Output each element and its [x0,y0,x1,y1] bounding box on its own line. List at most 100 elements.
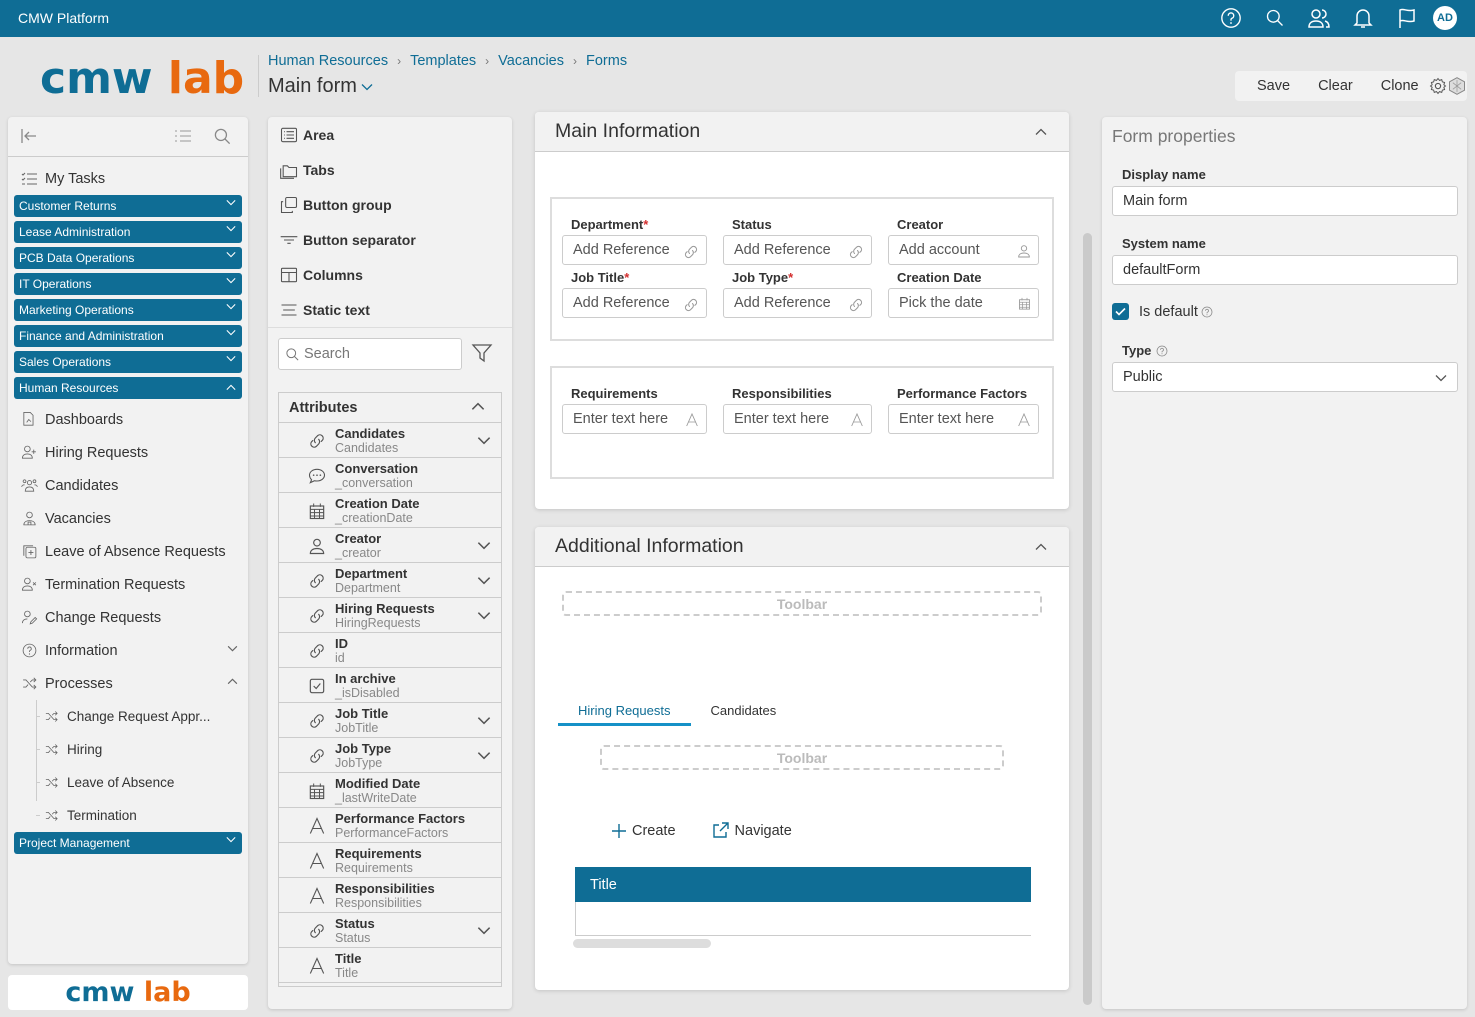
attribute-search-input[interactable] [304,346,454,362]
additional-information-header[interactable]: Additional Information [535,527,1069,567]
attributes-header[interactable]: Attributes [279,393,501,423]
bell-icon[interactable] [1341,5,1385,31]
search-icon[interactable] [1253,5,1297,31]
user-avatar[interactable]: AD [1433,6,1457,30]
field-input[interactable]: Add Reference [562,288,707,318]
sidebar-group-finance-and-administration[interactable]: Finance and Administration [14,325,242,347]
sidebar-item-candidates[interactable]: Candidates [8,469,248,502]
tab-hiring-requests[interactable]: Hiring Requests [558,697,691,726]
breadcrumb-item[interactable]: Templates [410,53,476,69]
save-button[interactable]: Save [1247,78,1300,94]
horizontal-scrollbar[interactable] [573,939,711,948]
attribute-hiring-requests[interactable]: Hiring Requests HiringRequests [279,598,501,633]
attribute-title[interactable]: Title Title [279,948,501,983]
list-view-icon[interactable] [174,127,192,145]
attribute-search[interactable] [278,338,462,370]
help-icon[interactable] [1201,306,1213,318]
sidebar-group-customer-returns[interactable]: Customer Returns [14,195,242,217]
chevron-down-icon[interactable] [477,541,491,550]
field-input[interactable]: Enter text here [723,404,872,434]
chevron-down-icon[interactable] [477,576,491,585]
is-default-checkbox[interactable]: Is default [1112,303,1213,320]
create-button[interactable]: Create [612,822,676,839]
breadcrumb-item[interactable]: Human Resources [268,53,388,69]
sidebar-item-processes[interactable]: Processes [8,667,248,700]
toolbar-placeholder[interactable]: Toolbar [562,591,1042,616]
process-item-change-request-appr[interactable]: Change Request Appr... [36,700,248,733]
attribute-job-type[interactable]: Job Type JobType [279,738,501,773]
model-icon[interactable] [1447,71,1467,101]
users-icon[interactable] [1297,5,1341,31]
main-information-header[interactable]: Main Information [535,112,1069,152]
page-title[interactable]: Main form [268,75,373,98]
sidebar-group-human-resources[interactable]: Human Resources [14,377,242,399]
clear-button[interactable]: Clear [1308,78,1363,94]
field-input[interactable]: Add Reference [723,288,872,318]
checkbox-checked[interactable] [1112,303,1129,320]
attribute-modified-date[interactable]: Modified Date _lastWriteDate [279,773,501,808]
attribute-candidates[interactable]: Candidates Candidates [279,423,501,458]
process-item-leave-of-absence[interactable]: Leave of Absence [36,766,248,799]
help-icon[interactable] [1156,345,1168,357]
attribute-performance-factors[interactable]: Performance Factors PerformanceFactors [279,808,501,843]
sidebar-item-my-tasks[interactable]: My Tasks [8,162,248,195]
field-input[interactable]: Add account [888,235,1039,265]
chevron-down-icon[interactable] [477,716,491,725]
breadcrumb-item[interactable]: Forms [586,53,627,69]
gear-icon[interactable] [1429,71,1447,101]
field-input[interactable]: Add Reference [562,235,707,265]
field-input[interactable]: Enter text here [562,404,707,434]
process-item-hiring[interactable]: Hiring [36,733,248,766]
sidebar-item-change-requests[interactable]: Change Requests [8,601,248,634]
navigate-button[interactable]: Navigate [712,822,792,839]
attribute-requirements[interactable]: Requirements Requirements [279,843,501,878]
component-button-group[interactable]: Button group [268,187,512,222]
chevron-down-icon[interactable] [477,926,491,935]
sidebar-item-termination-requests[interactable]: Termination Requests [8,568,248,601]
tab-candidates[interactable]: Candidates [691,697,797,723]
attribute-creation-date[interactable]: Creation Date _creationDate [279,493,501,528]
sidebar-item-hiring-requests[interactable]: Hiring Requests [8,436,248,469]
flag-icon[interactable] [1385,5,1429,31]
component-area[interactable]: Area [268,117,512,152]
sidebar-item-dashboards[interactable]: Dashboards [8,403,248,436]
component-button-separator[interactable]: Button separator [268,222,512,257]
field-input[interactable]: Add Reference [723,235,872,265]
sidebar-item-information[interactable]: Information [8,634,248,667]
collapse-sidebar-icon[interactable] [20,127,38,145]
attribute-job-title[interactable]: Job Title JobTitle [279,703,501,738]
component-static-text[interactable]: Static text [268,292,512,327]
attribute-creator[interactable]: Creator _creator [279,528,501,563]
column-header-title[interactable]: Title [575,867,1031,902]
clone-button[interactable]: Clone [1371,78,1429,94]
field-input[interactable]: Enter text here [888,404,1039,434]
sidebar-group-marketing-operations[interactable]: Marketing Operations [14,299,242,321]
brand-logo[interactable]: cmw lab [40,52,244,106]
sidebar-item-vacancies[interactable]: Vacancies [8,502,248,535]
help-icon[interactable] [1209,5,1253,31]
vertical-scrollbar[interactable] [1083,233,1092,1005]
sidebar-group-lease-administration[interactable]: Lease Administration [14,221,242,243]
inner-toolbar-placeholder[interactable]: Toolbar [600,745,1004,770]
attribute-conversation[interactable]: Conversation _conversation [279,458,501,493]
attribute-in-archive[interactable]: In archive _isDisabled [279,668,501,703]
breadcrumb-item[interactable]: Vacancies [498,53,564,69]
attribute-department[interactable]: Department Department [279,563,501,598]
system-name-input[interactable]: defaultForm [1112,255,1458,285]
sidebar-search-icon[interactable] [213,127,232,146]
component-tabs[interactable]: Tabs [268,152,512,187]
attribute-status[interactable]: Status Status [279,913,501,948]
attribute-id[interactable]: ID id [279,633,501,668]
sidebar-group-project-management[interactable]: Project Management [14,832,242,854]
sidebar-group-sales-operations[interactable]: Sales Operations [14,351,242,373]
field-input[interactable]: Pick the date [888,288,1039,318]
chevron-down-icon[interactable] [477,611,491,620]
chevron-down-icon[interactable] [477,436,491,445]
chevron-down-icon[interactable] [477,751,491,760]
type-select[interactable]: Public [1112,362,1458,392]
component-columns[interactable]: Columns [268,257,512,292]
process-item-termination[interactable]: Termination [36,799,248,832]
attribute-responsibilities[interactable]: Responsibilities Responsibilities [279,878,501,913]
sidebar-group-it-operations[interactable]: IT Operations [14,273,242,295]
filter-icon[interactable] [471,342,493,364]
